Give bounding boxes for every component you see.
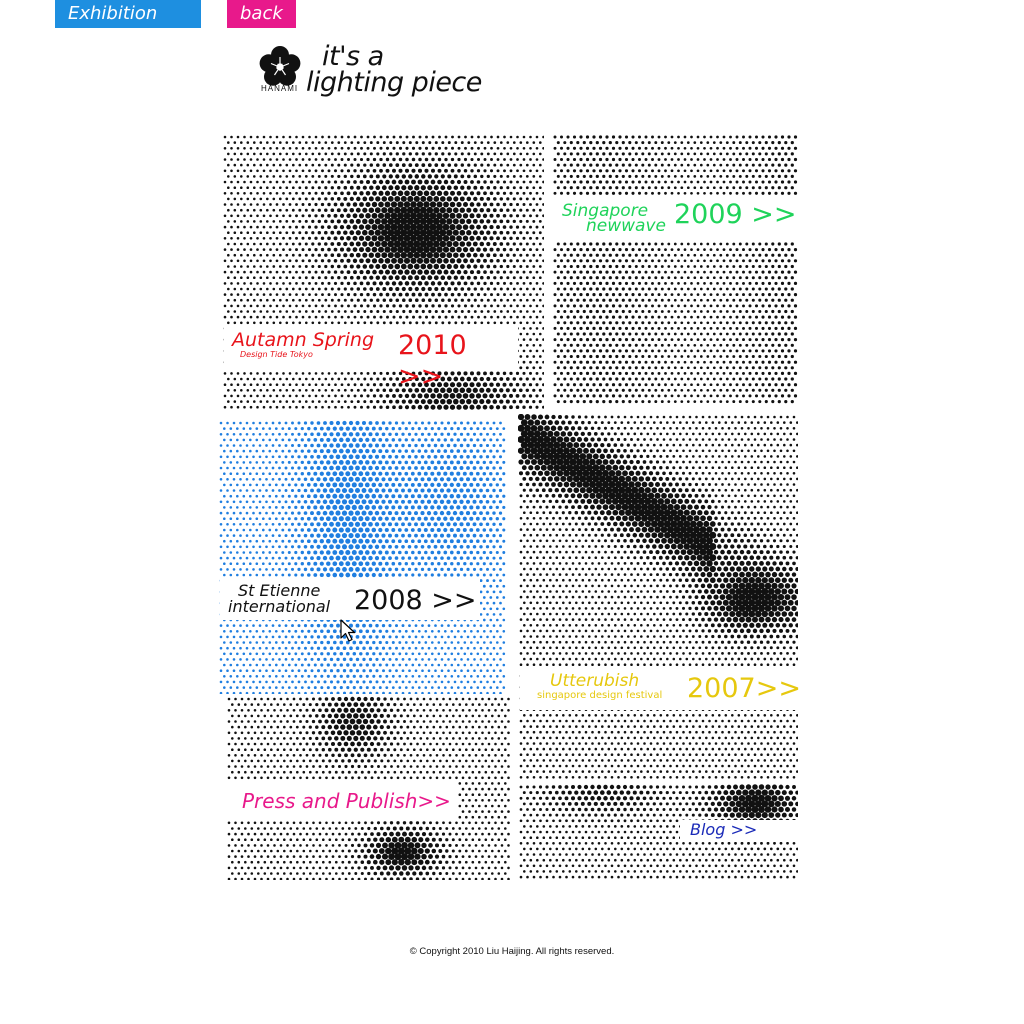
event-year-2008: 2008 >> — [354, 585, 477, 616]
tagline-line-2: lighting piece — [306, 67, 482, 98]
event-subtitle-2009: newwave — [586, 216, 666, 236]
event-year-2010: 2010 >> — [398, 330, 467, 392]
halftone-image-2009 — [552, 134, 798, 406]
exhibition-events-button[interactable]: Exhibition Events — [55, 0, 201, 52]
blog-label: Blog >> — [690, 820, 758, 839]
event-link-2007[interactable]: Utterubish singapore design festival 200… — [520, 668, 801, 710]
halftone-image-2007 — [518, 414, 798, 780]
event-link-2008[interactable]: St Etienne international 2008 >> — [220, 578, 480, 620]
event-link-2010[interactable]: Autamn Spring Design Tide Tokyo 2010 >> — [224, 326, 518, 392]
event-link-2009[interactable]: Singapore newwave 2009 >> — [556, 198, 798, 240]
halftone-tile-2009[interactable] — [552, 134, 798, 406]
event-year-2007: 2007>> — [687, 673, 801, 704]
top-nav: Exhibition Events back — [55, 0, 296, 52]
back-button[interactable]: back — [227, 0, 296, 28]
event-subtitle-2010: Design Tide Tokyo — [240, 350, 313, 359]
event-subtitle-2007: singapore design festival — [537, 690, 663, 701]
press-and-publish-link[interactable]: Press and Publish>> — [226, 782, 458, 820]
tagline: it's a lighting piece — [306, 43, 482, 98]
halftone-tile-2008[interactable] — [218, 420, 506, 694]
blog-link[interactable]: Blog >> — [680, 820, 798, 842]
halftone-tile-2007[interactable] — [518, 414, 798, 780]
copyright-text: © Copyright 2010 Liu Haijing. All rights… — [409, 946, 615, 957]
halftone-image-2008 — [218, 420, 506, 694]
logo-text: HANAMI — [261, 84, 299, 93]
mouse-pointer-icon — [340, 619, 356, 642]
event-year-2009: 2009 >> — [674, 199, 797, 230]
event-title-2010: Autamn Spring — [232, 329, 375, 351]
event-subtitle-2008: international — [228, 597, 331, 616]
press-and-publish-label: Press and Publish>> — [242, 789, 451, 813]
event-title-2007: Utterubish — [550, 671, 640, 691]
